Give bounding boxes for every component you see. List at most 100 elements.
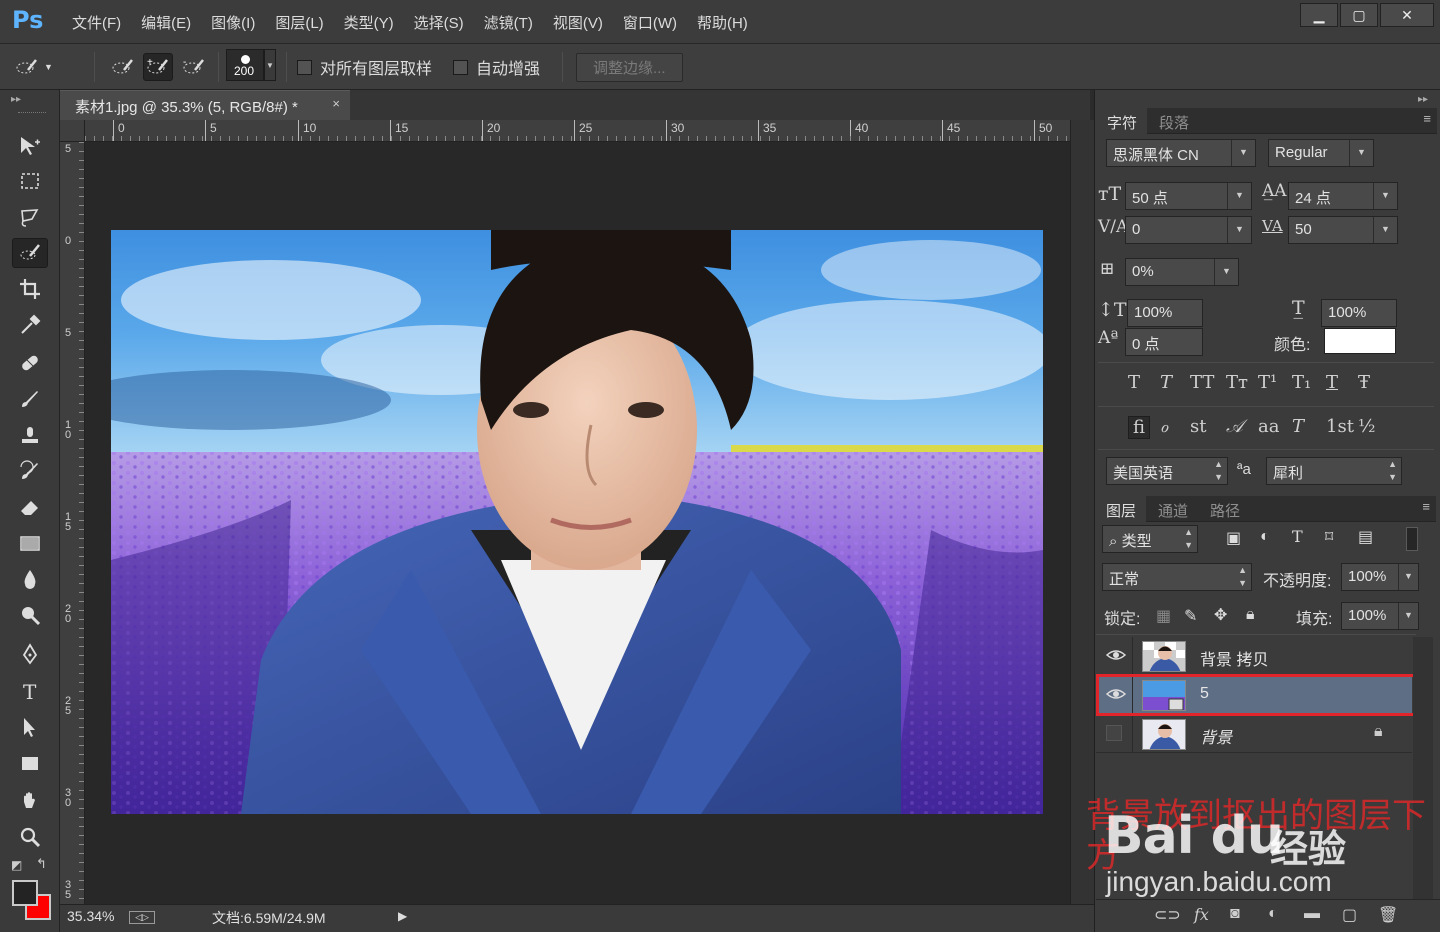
filter-pixel-icon[interactable]: ▣ (1226, 528, 1241, 548)
marquee-tool[interactable] (12, 166, 48, 196)
font-style-select[interactable]: Regular ▼ (1268, 139, 1374, 167)
ruler-origin[interactable] (60, 120, 85, 142)
filter-adjustment-icon[interactable]: ◐ (1260, 528, 1270, 546)
text-style-button[interactable]: Ŧ (1358, 372, 1370, 393)
lock-transparent-icon[interactable]: ▦ (1156, 606, 1171, 626)
refine-edge-button[interactable]: 调整边缘... (576, 52, 683, 82)
filter-toggle[interactable] (1406, 527, 1418, 551)
adjustment-layer-icon[interactable]: ◐ (1268, 905, 1278, 923)
type-tool[interactable]: T (12, 676, 48, 706)
zoom-level[interactable]: 35.34% (67, 908, 114, 924)
tsume-input[interactable]: 0% ▼ (1125, 258, 1239, 286)
text-style-button[interactable]: T (1326, 372, 1338, 393)
filter-shape-icon[interactable]: ⌑ (1325, 527, 1333, 547)
crop-tool[interactable] (12, 274, 48, 304)
layer-mask-icon[interactable]: ◙ (1230, 905, 1240, 923)
horizontal-scale-input[interactable]: 100% (1321, 299, 1397, 327)
brush-size-picker[interactable]: 200 ▼ (226, 49, 276, 81)
pen-tool[interactable] (12, 640, 48, 670)
text-style-button[interactable]: T₁ (1292, 372, 1311, 393)
sample-all-layers-checkbox[interactable]: 对所有图层取样 (297, 52, 432, 82)
path-selection-tool[interactable] (12, 712, 48, 742)
minimize-button[interactable]: ▁ (1300, 3, 1338, 27)
menu-item[interactable]: 滤镜(T) (474, 12, 543, 33)
opentype-feature-button[interactable]: 1st (1326, 416, 1354, 437)
zoom-tool[interactable] (12, 822, 48, 852)
eye-icon[interactable] (1106, 647, 1126, 663)
lock-image-icon[interactable]: ✎ (1184, 606, 1197, 626)
opentype-feature-button[interactable]: ℴ (1160, 416, 1168, 437)
quick-selection-tool[interactable] (12, 238, 48, 268)
opentype-feature-button[interactable]: T (1292, 416, 1304, 437)
brush-tool[interactable] (12, 384, 48, 414)
text-style-button[interactable]: T¹ (1258, 372, 1277, 393)
tracking-input[interactable]: 50 ▼ (1288, 216, 1398, 244)
eyedropper-tool[interactable] (12, 310, 48, 340)
leading-input[interactable]: 24 点 ▼ (1288, 182, 1398, 210)
menu-item[interactable]: 文件(F) (62, 12, 131, 33)
add-to-selection-button[interactable]: + (143, 52, 173, 82)
tab-character[interactable]: 字符 (1097, 108, 1148, 134)
opentype-feature-button[interactable]: 𝒜 (1226, 416, 1243, 437)
blend-mode-select[interactable]: 正常 ▲ ▼ (1102, 563, 1252, 591)
new-selection-button[interactable] (108, 52, 138, 82)
foreground-color-swatch[interactable] (12, 880, 38, 906)
subtract-from-selection-button[interactable]: - (179, 52, 209, 82)
tab-layers[interactable]: 图层 (1096, 496, 1147, 522)
new-group-icon[interactable]: ▬ (1304, 905, 1320, 923)
layer-row[interactable]: 背景 🔒︎ (1096, 715, 1412, 753)
font-size-input[interactable]: 50 点 ▼ (1125, 182, 1252, 210)
maximize-button[interactable]: ▢ (1340, 3, 1378, 27)
zoom-options-icon[interactable]: ◁▷ (129, 911, 155, 924)
baseline-shift-input[interactable]: 0 点 (1125, 328, 1203, 356)
horizontal-ruler[interactable]: 0 5 10 15 20 25 30 35 40 45 50 (85, 120, 1070, 142)
vertical-scale-input[interactable]: 100% (1127, 299, 1203, 327)
layer-row[interactable]: 背景 拷贝 (1096, 637, 1412, 675)
language-select[interactable]: 美国英语 ▲ ▼ (1106, 457, 1228, 485)
delete-layer-icon[interactable]: 🗑︎ (1378, 905, 1398, 925)
layer-style-icon[interactable]: fx (1194, 905, 1209, 924)
gradient-tool[interactable] (12, 528, 48, 558)
close-button[interactable]: ✕ (1380, 3, 1434, 27)
menu-item[interactable]: 帮助(H) (687, 12, 758, 33)
close-tab-icon[interactable]: × (332, 96, 340, 111)
panel-menu-icon[interactable]: ≡ (1423, 111, 1431, 126)
vertical-scrollbar[interactable] (1070, 120, 1094, 904)
auto-enhance-checkbox[interactable]: 自动增强 (453, 52, 540, 82)
eraser-tool[interactable] (12, 492, 48, 522)
document-tab[interactable]: 素材1.jpg @ 35.3% (5, RGB/8#) * × (60, 90, 350, 120)
font-family-select[interactable]: 思源黑体 CN ▼ (1106, 139, 1256, 167)
opacity-input[interactable]: 100% ▼ (1341, 563, 1419, 591)
menu-item[interactable]: 图层(L) (265, 12, 333, 33)
lock-position-icon[interactable]: ✥ (1214, 605, 1227, 625)
move-tool[interactable] (12, 131, 48, 161)
kerning-input[interactable]: 0 ▼ (1125, 216, 1252, 244)
new-layer-icon[interactable]: ▢ (1342, 905, 1357, 925)
rectangle-tool[interactable] (12, 748, 48, 778)
fill-input[interactable]: 100% ▼ (1341, 602, 1419, 630)
menu-item[interactable]: 图像(I) (201, 12, 265, 33)
menu-item[interactable]: 类型(Y) (334, 12, 404, 33)
document-image[interactable] (111, 230, 1043, 814)
lock-all-icon[interactable]: 🔒︎ (1246, 606, 1255, 624)
hand-tool[interactable] (12, 786, 48, 816)
collapse-icon[interactable]: ▸▸ (11, 94, 21, 105)
menu-item[interactable]: 视图(V) (543, 12, 613, 33)
text-color-swatch[interactable] (1324, 328, 1396, 354)
tab-channels[interactable]: 通道 (1148, 496, 1198, 522)
text-style-button[interactable]: T (1128, 372, 1140, 393)
blur-tool[interactable] (12, 564, 48, 594)
text-style-button[interactable]: Tт (1226, 372, 1248, 393)
opentype-feature-button[interactable]: ﬁ (1128, 416, 1151, 439)
visibility-toggle-empty[interactable] (1106, 725, 1122, 741)
opentype-feature-button[interactable]: st (1190, 416, 1206, 437)
lasso-tool[interactable] (12, 202, 48, 232)
menu-item[interactable]: 窗口(W) (613, 12, 687, 33)
filter-smart-object-icon[interactable]: ▤ (1358, 527, 1373, 547)
panel-menu-icon[interactable]: ≡ (1422, 499, 1430, 514)
text-style-button[interactable]: T (1160, 372, 1172, 393)
antialias-select[interactable]: 犀利 ▲ ▼ (1266, 457, 1402, 485)
menu-item[interactable]: 编辑(E) (131, 12, 201, 33)
dodge-tool[interactable] (12, 600, 48, 630)
status-menu-arrow-icon[interactable]: ▶ (398, 909, 407, 923)
